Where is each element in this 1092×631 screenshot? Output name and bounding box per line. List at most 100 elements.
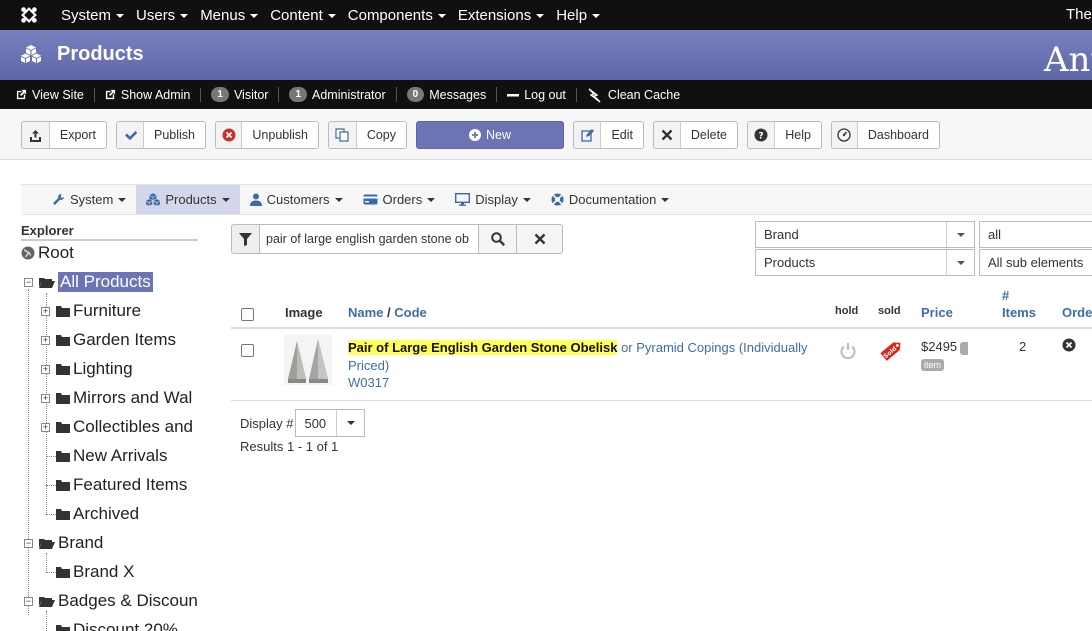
- tree-node-lighting[interactable]: + Lighting: [41, 358, 133, 380]
- visitor-status[interactable]: 1 Visitor: [211, 87, 280, 102]
- messages-status[interactable]: 0 Messages: [406, 87, 498, 102]
- folder-icon: [56, 567, 70, 578]
- power-hold-icon[interactable]: [839, 342, 857, 360]
- subnav-orders[interactable]: Orders: [353, 185, 446, 214]
- expand-toggle-icon[interactable]: +: [41, 364, 50, 374]
- menu-components[interactable]: Components: [348, 7, 446, 24]
- sort-by-items-link[interactable]: Items: [1002, 305, 1036, 320]
- expand-toggle-icon[interactable]: +: [41, 422, 50, 432]
- tree-node-brand-x[interactable]: Brand X: [56, 561, 134, 583]
- remove-circle-icon[interactable]: [1062, 338, 1076, 352]
- expand-toggle-icon[interactable]: +: [41, 306, 50, 316]
- wrench-icon: [53, 194, 64, 205]
- menu-users[interactable]: Users: [136, 7, 189, 24]
- sold-tag-icon[interactable]: Sold: [878, 337, 906, 363]
- tree-connector: [46, 456, 56, 457]
- status-bar: View Site Show Admin 1 Visitor 1 Adminis…: [0, 80, 1092, 109]
- times-icon: [654, 122, 681, 148]
- caret-down-icon: [427, 197, 436, 202]
- edit-button[interactable]: Edit: [573, 121, 644, 149]
- table-row[interactable]: Pair of Large English Garden Stone Obeli…: [231, 331, 1092, 401]
- collapse-toggle-icon[interactable]: −: [24, 277, 33, 287]
- folder-icon: [56, 480, 70, 491]
- collapse-toggle-icon[interactable]: −: [24, 596, 33, 606]
- menu-content-label: Content: [270, 6, 323, 24]
- brand-select[interactable]: Brand: [755, 221, 975, 248]
- sort-by-order-link[interactable]: Orde: [1062, 305, 1092, 320]
- clean-cache-link[interactable]: Clean Cache: [587, 87, 690, 103]
- menu-extensions[interactable]: Extensions: [458, 7, 545, 24]
- folder-icon: [56, 509, 70, 520]
- tree-node-archived[interactable]: Archived: [56, 503, 139, 525]
- question-circle-icon: ?: [748, 122, 776, 148]
- export-button[interactable]: Export: [21, 121, 107, 149]
- display-limit: Display # 500: [240, 409, 366, 437]
- subnav-system[interactable]: System: [42, 185, 136, 214]
- folder-open-icon: [39, 539, 55, 549]
- tree-node-furniture[interactable]: + Furniture: [41, 300, 141, 322]
- subnav-documentation[interactable]: Documentation: [541, 185, 679, 214]
- display-limit-select[interactable]: 500: [295, 409, 366, 437]
- sort-by-name-link[interactable]: Name: [348, 305, 383, 320]
- menu-content[interactable]: Content: [270, 7, 336, 24]
- sort-by-code-link[interactable]: Code: [394, 305, 427, 320]
- menu-system[interactable]: System: [61, 7, 125, 24]
- publish-button[interactable]: Publish: [116, 121, 206, 149]
- page-title: Products: [57, 43, 144, 65]
- copy-icon: [329, 122, 357, 148]
- subnav-products[interactable]: Products: [136, 185, 240, 214]
- column-header-name-code: Name / Code: [348, 305, 427, 320]
- menu-help[interactable]: Help: [556, 7, 601, 24]
- help-button[interactable]: ? Help: [747, 121, 822, 149]
- clear-search-button[interactable]: [517, 224, 563, 254]
- tree-node-collectibles[interactable]: + Collectibles and: [41, 416, 193, 438]
- product-code-link[interactable]: W0317: [348, 375, 389, 390]
- tree-node-brand[interactable]: − Brand: [24, 532, 103, 554]
- menu-menus[interactable]: Menus: [200, 7, 259, 24]
- delete-button[interactable]: Delete: [653, 121, 738, 149]
- search-button[interactable]: [479, 224, 517, 254]
- tree-node-root[interactable]: Root: [21, 242, 74, 264]
- show-admin-link[interactable]: Show Admin: [105, 87, 202, 102]
- expand-toggle-icon[interactable]: +: [41, 393, 50, 403]
- caret-down-icon: [221, 197, 230, 202]
- row-checkbox[interactable]: [241, 344, 254, 357]
- logout-link[interactable]: Log out: [507, 87, 577, 102]
- tree-node-all-products[interactable]: − All Products: [24, 271, 153, 293]
- copy-button[interactable]: Copy: [328, 121, 407, 149]
- tree-node-label: Brand: [58, 533, 104, 552]
- unpublish-button[interactable]: Unpublish: [215, 121, 319, 149]
- select-all-checkbox[interactable]: [241, 308, 254, 321]
- folder-icon: [56, 451, 70, 462]
- sort-by-price-link[interactable]: Price: [921, 305, 953, 320]
- admin-count-badge: 1: [289, 87, 308, 102]
- subnav-display[interactable]: Display: [445, 185, 541, 214]
- expand-toggle-icon[interactable]: +: [41, 335, 50, 345]
- tree-node-label: Garden Items: [73, 330, 176, 349]
- tree-node-garden-items[interactable]: + Garden Items: [41, 329, 176, 351]
- tree-connector: [46, 485, 56, 486]
- tree-node-discount[interactable]: Discount 20%: [56, 619, 178, 631]
- tree-node-badges[interactable]: − Badges & Discoun: [24, 590, 198, 612]
- site-name-link[interactable]: The: [1066, 6, 1092, 23]
- dashboard-button[interactable]: Dashboard: [831, 121, 940, 149]
- results-summary: Results 1 - 1 of 1: [240, 439, 339, 454]
- tree-node-mirrors[interactable]: + Mirrors and Wal: [41, 387, 192, 409]
- status-select[interactable]: all: [979, 221, 1092, 248]
- toolbar: Export Publish Unpublish Copy New Edit D…: [0, 109, 1092, 160]
- view-site-link[interactable]: View Site: [16, 87, 95, 102]
- collapse-toggle-icon[interactable]: −: [24, 538, 33, 548]
- products-select[interactable]: Products: [755, 249, 975, 276]
- sub-elements-select[interactable]: All sub elements: [979, 249, 1092, 276]
- product-thumbnail[interactable]: [284, 335, 332, 385]
- administrator-status[interactable]: 1 Administrator: [289, 87, 397, 102]
- joomla-logo-icon[interactable]: [20, 6, 38, 24]
- subnav-customers[interactable]: Customers: [240, 185, 353, 214]
- new-button[interactable]: New: [416, 121, 564, 149]
- product-name-link[interactable]: Pair of Large English Garden Stone Obeli…: [348, 339, 828, 375]
- tree-node-new-arrivals[interactable]: New Arrivals: [56, 445, 167, 467]
- search-input[interactable]: [259, 224, 479, 254]
- tree-node-featured-items[interactable]: Featured Items: [56, 474, 187, 496]
- new-label: New: [485, 128, 511, 142]
- subnav-customers-label: Customers: [266, 192, 330, 207]
